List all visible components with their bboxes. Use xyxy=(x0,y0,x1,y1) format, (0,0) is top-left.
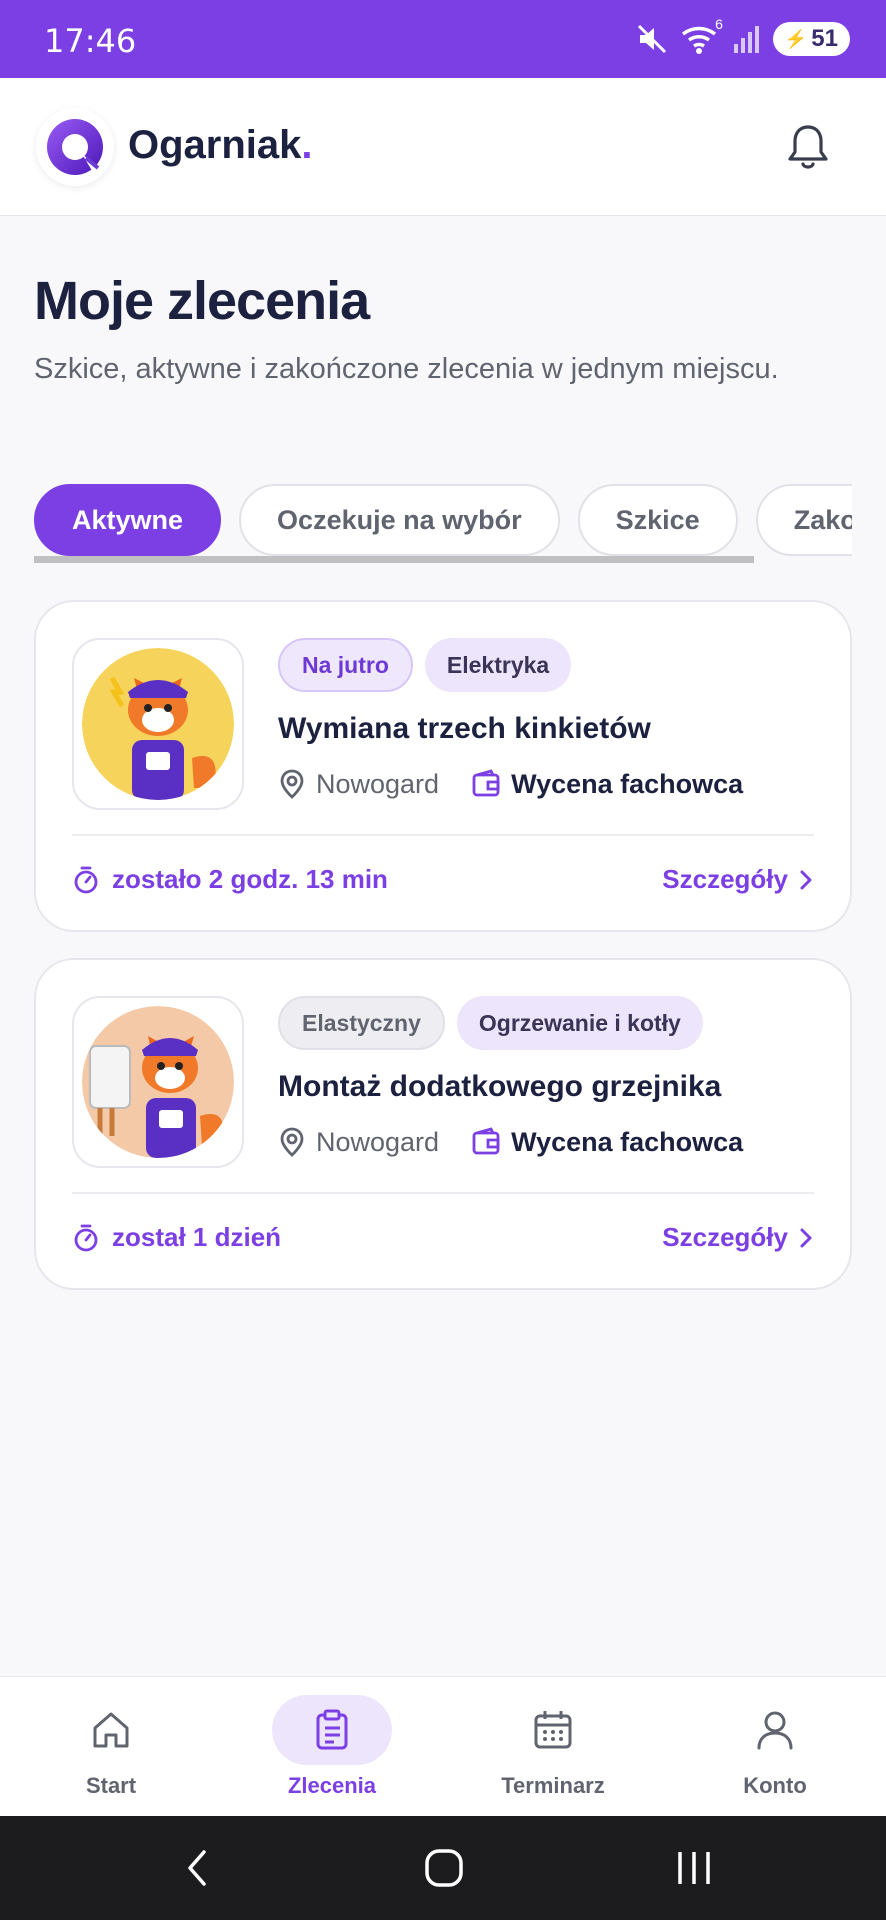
tab-oczekuje[interactable]: Oczekuje na wybór xyxy=(239,484,560,556)
wifi-icon: 6 xyxy=(681,16,723,56)
nav-start[interactable]: Start xyxy=(11,1695,211,1805)
order-timer: został 1 dzień xyxy=(72,1222,281,1253)
details-link[interactable]: Szczegóły xyxy=(662,864,814,895)
tab-zakonczone[interactable]: Zakończone xyxy=(755,484,852,556)
order-location: Nowogard xyxy=(316,768,440,799)
order-time-left: zostało 2 godz. 13 min xyxy=(112,864,388,894)
tabs-scrollbar[interactable] xyxy=(34,556,754,563)
logo[interactable] xyxy=(36,108,114,186)
location-pin-icon xyxy=(280,1127,304,1157)
status-time: 17:46 xyxy=(44,22,137,60)
timer-icon xyxy=(74,1224,98,1251)
wallet-icon xyxy=(472,769,500,797)
order-tags: Na jutro Elektryka xyxy=(278,638,572,692)
location-pin-icon xyxy=(280,769,304,799)
brand-dot: . xyxy=(301,123,313,167)
details-link[interactable]: Szczegóły xyxy=(662,1222,814,1253)
order-price: Wycena fachowca xyxy=(511,768,744,799)
nav-konto[interactable]: Konto xyxy=(675,1695,875,1805)
tab-aktywne[interactable]: Aktywne xyxy=(34,484,222,556)
bell-icon[interactable] xyxy=(786,122,830,172)
nav-zlecenia[interactable]: Zlecenia xyxy=(232,1695,432,1805)
clipboard-icon xyxy=(316,1709,348,1750)
status-icons: 6 ⚡ 51 xyxy=(635,16,850,56)
order-location: Nowogard xyxy=(316,1126,440,1157)
back-icon[interactable] xyxy=(180,1848,216,1888)
card-divider xyxy=(72,834,814,836)
tab-szkice[interactable]: Szkice xyxy=(577,484,738,556)
fox-plumber-image xyxy=(82,1006,234,1158)
order-thumbnail xyxy=(72,638,244,810)
status-bar: 17:46 6 ⚡ 51 xyxy=(0,0,886,78)
order-price: Wycena fachowca xyxy=(511,1126,744,1157)
nav-start-label: Start xyxy=(85,1773,137,1798)
tag-category: Elektryka xyxy=(424,638,572,692)
card-divider xyxy=(72,1192,814,1194)
wallet-icon xyxy=(472,1127,500,1155)
mute-icon xyxy=(637,24,666,54)
fox-electrician-image xyxy=(82,648,234,800)
details-label: Szczegóły xyxy=(662,864,788,894)
order-card[interactable]: Na jutro Elektryka Wymiana trzech kinkie… xyxy=(34,600,852,932)
nav-zlecenia-label: Zlecenia xyxy=(287,1773,377,1798)
order-thumbnail xyxy=(72,996,244,1168)
order-title: Wymiana trzech kinkietów xyxy=(278,712,651,745)
calendar-icon xyxy=(534,1711,572,1749)
battery-icon: ⚡ 51 xyxy=(772,22,850,56)
tag-timing: Na jutro xyxy=(278,638,413,692)
nav-terminarz[interactable]: Terminarz xyxy=(453,1695,653,1805)
nav-konto-label: Konto xyxy=(743,1773,807,1798)
order-meta: Nowogard Wycena fachowca xyxy=(278,768,743,800)
chevron-right-icon xyxy=(800,870,812,889)
filter-tabs: Aktywne Oczekuje na wybór Szkice Zakończ… xyxy=(34,484,852,558)
tag-timing: Elastyczny xyxy=(278,996,445,1050)
brand-name: Ogarniak. xyxy=(128,123,313,168)
home-icon xyxy=(93,1712,129,1748)
chevron-right-icon xyxy=(800,1228,812,1247)
page-title: Moje zlecenia xyxy=(34,271,370,331)
system-nav-bar xyxy=(0,1816,886,1920)
bottom-nav: Start Zlecenia Terminarz Konto xyxy=(0,1676,886,1816)
user-icon xyxy=(757,1711,793,1750)
app-bar: Ogarniak. xyxy=(0,78,886,216)
tag-category: Ogrzewanie i kotły xyxy=(456,996,703,1050)
recents-icon[interactable] xyxy=(674,1848,714,1888)
order-time-left: został 1 dzień xyxy=(112,1222,282,1252)
timer-icon xyxy=(74,866,98,893)
logo-icon xyxy=(47,119,103,175)
details-label: Szczegóły xyxy=(662,1222,788,1252)
nav-terminarz-label: Terminarz xyxy=(501,1773,605,1798)
order-tags: Elastyczny Ogrzewanie i kotły xyxy=(278,996,703,1050)
wifi-badge: 6 xyxy=(715,16,723,32)
home-button-icon[interactable] xyxy=(424,1848,464,1888)
order-meta: Nowogard Wycena fachowca xyxy=(278,1126,743,1158)
order-card[interactable]: Elastyczny Ogrzewanie i kotły Montaż dod… xyxy=(34,958,852,1290)
signal-icon xyxy=(733,26,759,53)
order-title: Montaż dodatkowego grzejnika xyxy=(278,1070,722,1103)
order-timer: zostało 2 godz. 13 min xyxy=(72,864,388,895)
brand-text: Ogarniak xyxy=(128,123,302,167)
page-subtitle: Szkice, aktywne i zakończone zlecenia w … xyxy=(34,353,779,385)
battery-level: 51 xyxy=(811,25,838,52)
